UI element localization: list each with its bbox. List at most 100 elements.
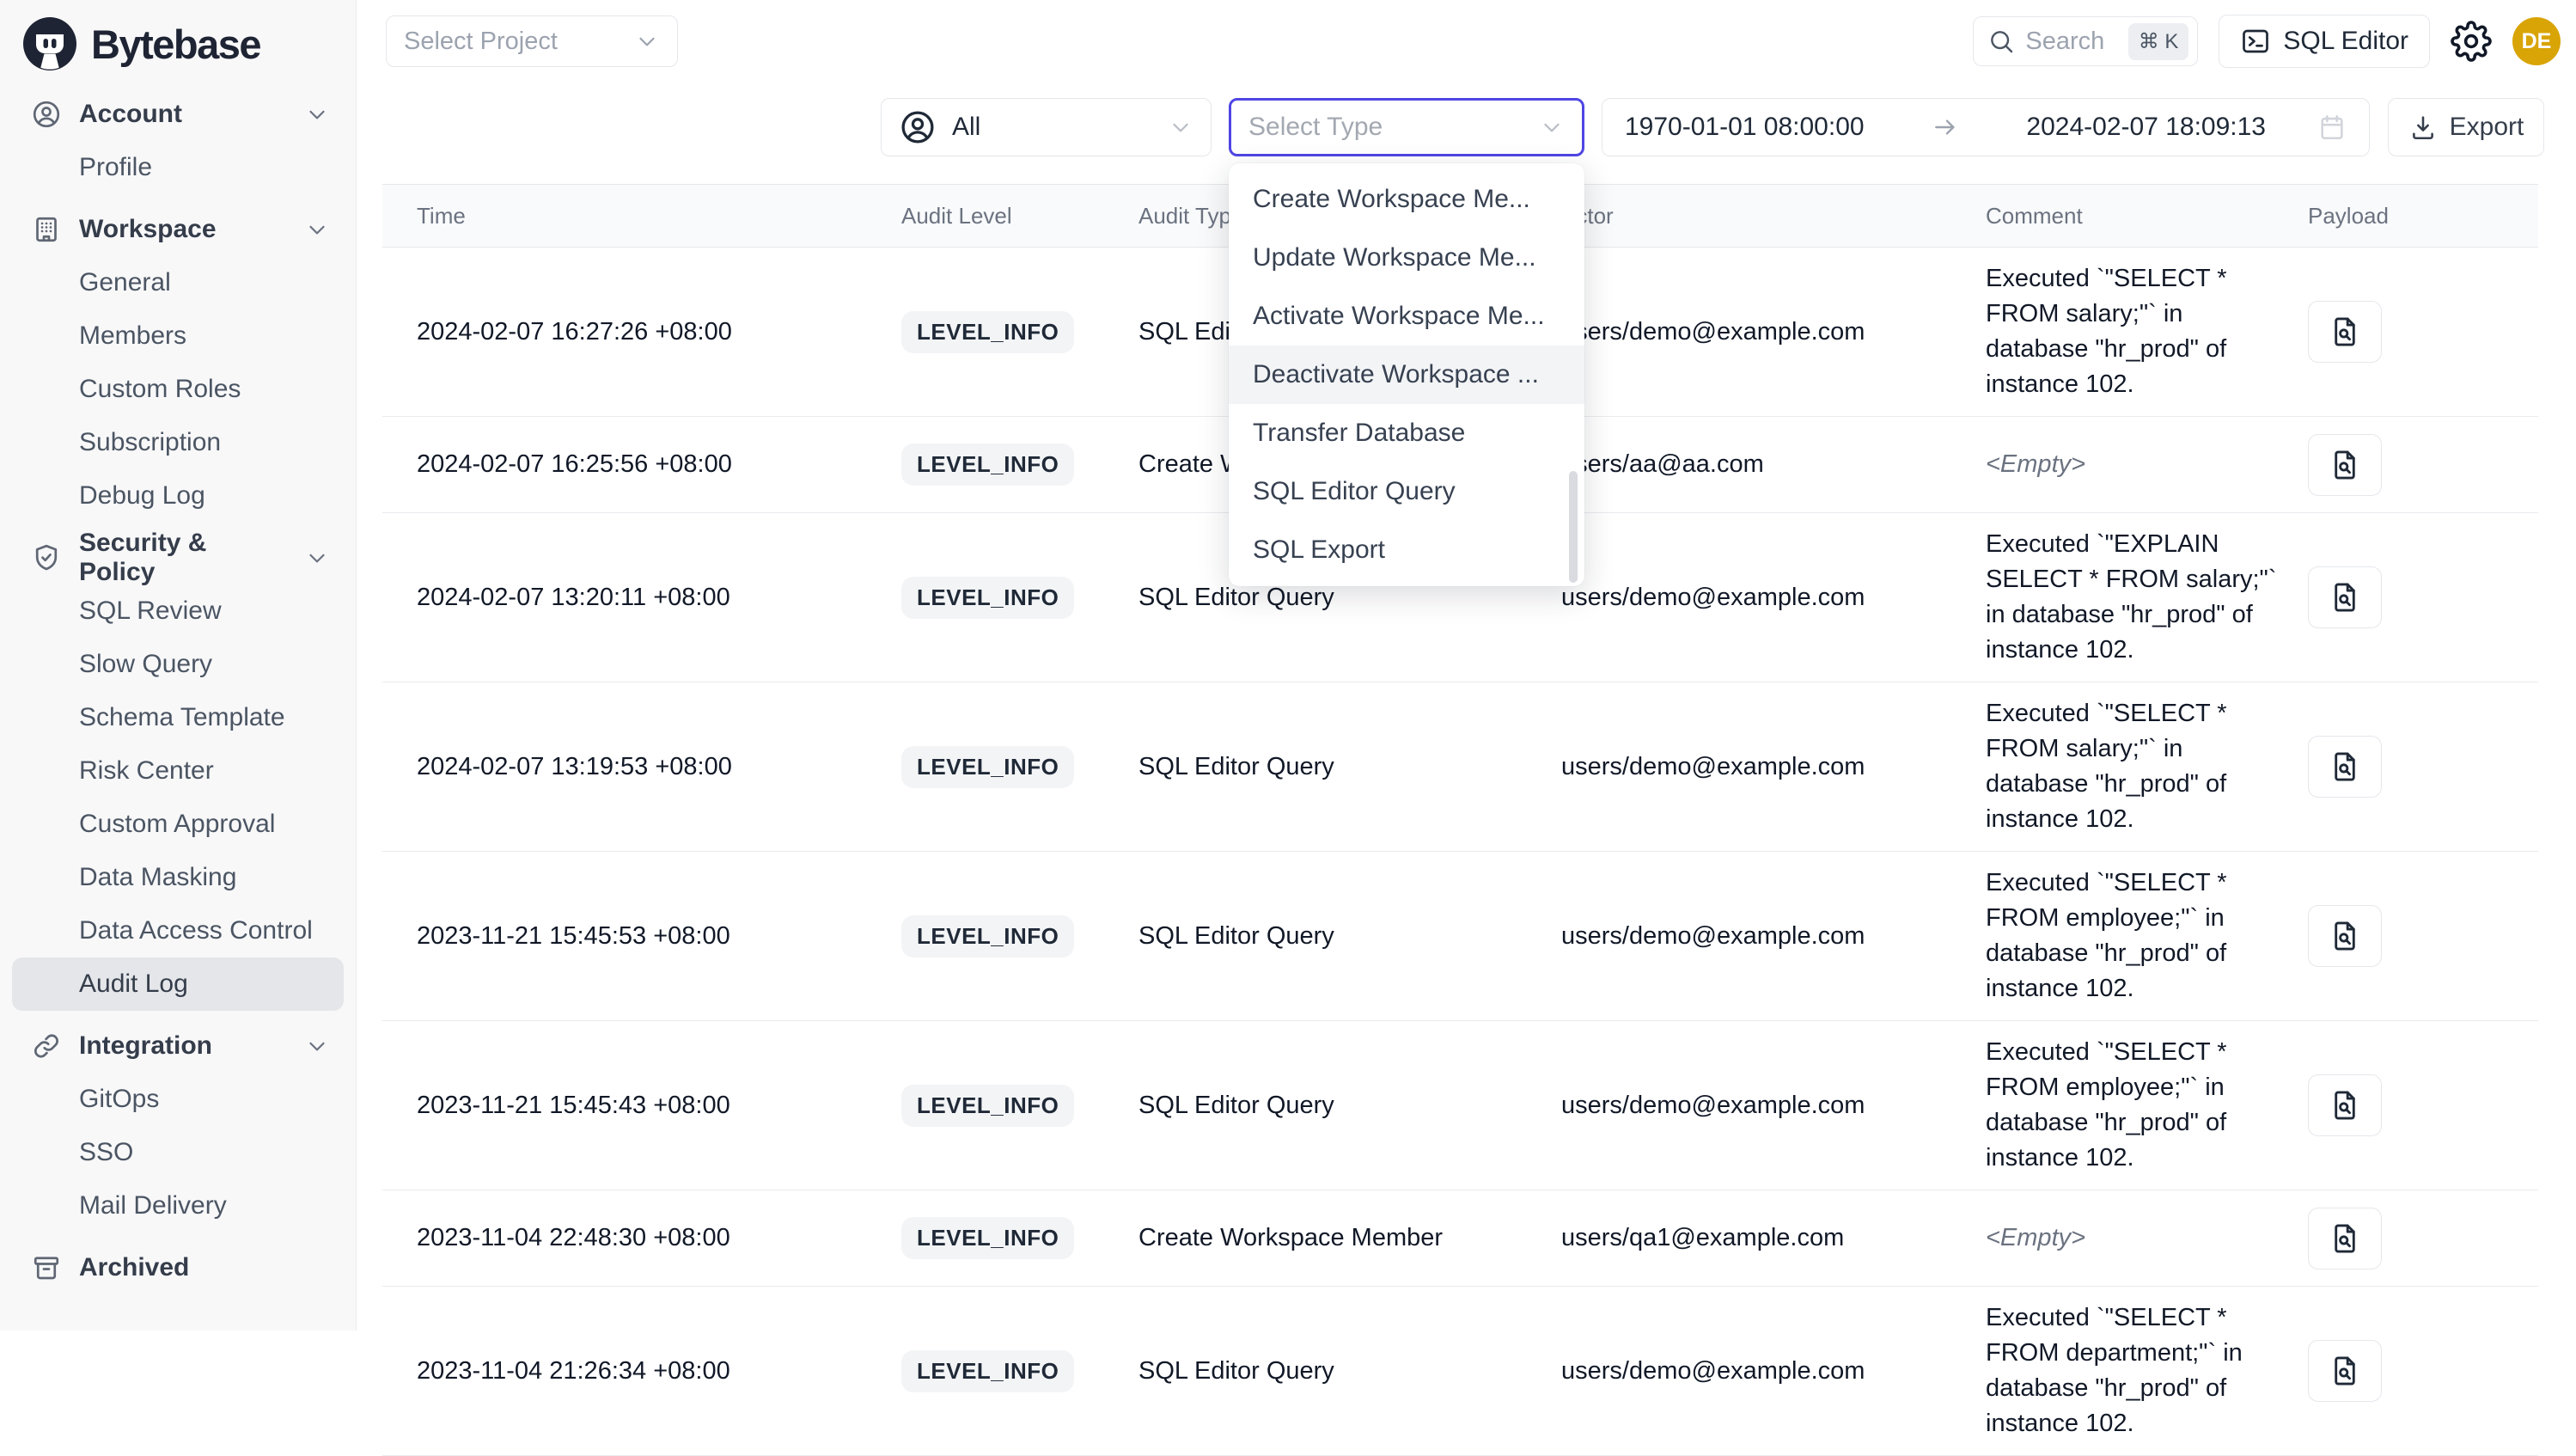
type-option-sql-export[interactable]: SQL Export <box>1229 521 1584 579</box>
cell-comment: Executed `"SELECT * FROM salary;"` in da… <box>1986 682 2308 851</box>
sidebar-item-debug-log[interactable]: Debug Log <box>12 469 344 523</box>
empty-comment-text: <Empty> <box>1986 450 2085 478</box>
actor-filter-value: All <box>952 113 1152 142</box>
payload-view-button[interactable] <box>2308 566 2382 628</box>
cell-time: 2024-02-07 16:25:56 +08:00 <box>382 450 901 479</box>
column-header-time: Time <box>382 203 901 229</box>
column-header-actor: Actor <box>1561 203 1986 229</box>
payload-view-button[interactable] <box>2308 736 2382 798</box>
brand-logo[interactable]: Bytebase <box>0 0 356 74</box>
sidebar-item-risk-center[interactable]: Risk Center <box>12 744 344 798</box>
dropdown-scrollbar-thumb[interactable] <box>1569 471 1578 583</box>
file-search-icon <box>2329 1355 2361 1387</box>
cell-comment: <Empty> <box>1986 1207 2308 1269</box>
type-option-update-workspace-me[interactable]: Update Workspace Me... <box>1229 229 1584 287</box>
user-circle-icon <box>31 99 62 130</box>
type-option-sql-editor-query[interactable]: SQL Editor Query <box>1229 462 1584 521</box>
project-select-placeholder: Select Project <box>404 28 558 56</box>
type-option-deactivate-workspace[interactable]: Deactivate Workspace ... <box>1229 346 1584 404</box>
sidebar-item-schema-template[interactable]: Schema Template <box>12 691 344 744</box>
cell-actor: users/demo@example.com <box>1561 318 1986 346</box>
cell-comment: Executed `"SELECT * FROM employee;"` in … <box>1986 1021 2308 1190</box>
cell-time: 2023-11-21 15:45:43 +08:00 <box>382 1092 901 1120</box>
sidebar-item-members[interactable]: Members <box>12 309 344 363</box>
sidebar-item-custom-approval[interactable]: Custom Approval <box>12 798 344 851</box>
audit-level-badge: LEVEL_INFO <box>901 311 1074 353</box>
filter-bar: All Select Type 1970-01-01 08:00:00 2024… <box>357 98 2576 156</box>
payload-view-button[interactable] <box>2308 1074 2382 1136</box>
export-label: Export <box>2450 113 2524 142</box>
audit-level-badge: LEVEL_INFO <box>901 1350 1074 1392</box>
sidebar-item-data-access-control[interactable]: Data Access Control <box>12 904 344 957</box>
settings-gear-button[interactable] <box>2451 21 2492 62</box>
terminal-icon <box>2240 26 2271 57</box>
cell-time: 2024-02-07 13:19:53 +08:00 <box>382 753 901 781</box>
download-icon <box>2408 113 2438 142</box>
sidebar-nav: Account Profile Workspace General Member… <box>0 74 356 1294</box>
sidebar-section-archived[interactable]: Archived <box>0 1241 356 1294</box>
payload-view-button[interactable] <box>2308 1340 2382 1402</box>
payload-view-button[interactable] <box>2308 1208 2382 1269</box>
sidebar-section-security-policy[interactable]: Security & Policy <box>0 531 356 584</box>
file-search-icon <box>2329 449 2361 481</box>
search-input[interactable]: Search ⌘ K <box>1973 16 2198 66</box>
cell-actor: users/demo@example.com <box>1561 584 1986 612</box>
cell-time: 2024-02-07 16:27:26 +08:00 <box>382 318 901 346</box>
cell-comment: Executed `"SELECT * FROM employee;"` in … <box>1986 852 2308 1020</box>
cell-time: 2023-11-04 21:26:34 +08:00 <box>382 1357 901 1386</box>
chevron-down-icon <box>634 28 660 54</box>
sidebar-item-slow-query[interactable]: Slow Query <box>12 638 344 691</box>
gear-icon <box>2451 21 2492 62</box>
payload-view-button[interactable] <box>2308 301 2382 363</box>
column-header-audit-level: Audit Level <box>901 203 1138 229</box>
chevron-down-icon <box>304 101 330 127</box>
audit-level-badge: LEVEL_INFO <box>901 444 1074 486</box>
type-option-activate-workspace-me[interactable]: Activate Workspace Me... <box>1229 287 1584 346</box>
sidebar-section-workspace[interactable]: Workspace <box>0 203 356 256</box>
type-option-transfer-database[interactable]: Transfer Database <box>1229 404 1584 462</box>
topbar-actions: Search ⌘ K SQL Editor DE <box>1973 15 2567 68</box>
sidebar-item-general[interactable]: General <box>12 256 344 309</box>
file-search-icon <box>2329 581 2361 614</box>
type-filter-placeholder: Select Type <box>1248 113 1539 142</box>
cell-actor: users/demo@example.com <box>1561 1092 1986 1120</box>
search-shortcut-badge: ⌘ K <box>2128 23 2189 60</box>
sidebar-item-gitops[interactable]: GitOps <box>12 1073 344 1126</box>
export-button[interactable]: Export <box>2388 98 2544 156</box>
cell-actor: users/aa@aa.com <box>1561 450 1986 479</box>
table-row: 2023-11-04 22:48:30 +08:00 LEVEL_INFO Cr… <box>382 1190 2538 1287</box>
type-filter-select[interactable]: Select Type <box>1229 98 1584 156</box>
sql-editor-button[interactable]: SQL Editor <box>2219 15 2430 68</box>
link-icon <box>31 1031 62 1061</box>
topbar: Select Project Search ⌘ K SQL Editor DE <box>357 0 2576 83</box>
cell-actor: users/qa1@example.com <box>1561 1224 1986 1252</box>
sidebar-item-audit-log[interactable]: Audit Log <box>12 957 344 1011</box>
cell-comment: Executed `"EXPLAIN SELECT * FROM salary;… <box>1986 513 2308 682</box>
sidebar-item-custom-roles[interactable]: Custom Roles <box>12 363 344 416</box>
payload-view-button[interactable] <box>2308 905 2382 967</box>
actor-filter-select[interactable]: All <box>881 98 1212 156</box>
sidebar-item-sso[interactable]: SSO <box>12 1126 344 1179</box>
calendar-icon <box>2317 113 2347 142</box>
cell-audit-type: SQL Editor Query <box>1138 753 1561 781</box>
sidebar-item-data-masking[interactable]: Data Masking <box>12 851 344 904</box>
type-option-create-workspace-me[interactable]: Create Workspace Me... <box>1229 170 1584 229</box>
cell-audit-type: SQL Editor Query <box>1138 584 1561 612</box>
column-header-payload: Payload <box>2308 203 2538 229</box>
date-range-picker[interactable]: 1970-01-01 08:00:00 2024-02-07 18:09:13 <box>1602 98 2370 156</box>
sidebar: Bytebase Account Profile Workspace Gener… <box>0 0 357 1331</box>
sidebar-section-integration[interactable]: Integration <box>0 1019 356 1073</box>
user-avatar[interactable]: DE <box>2512 17 2561 65</box>
project-select[interactable]: Select Project <box>386 15 678 67</box>
sidebar-item-mail-delivery[interactable]: Mail Delivery <box>12 1179 344 1233</box>
payload-view-button[interactable] <box>2308 434 2382 496</box>
cell-audit-type: SQL Editor Query <box>1138 1357 1561 1386</box>
sidebar-item-sql-review[interactable]: SQL Review <box>12 584 344 638</box>
file-search-icon <box>2329 315 2361 348</box>
sidebar-section-account[interactable]: Account <box>0 88 356 141</box>
sidebar-item-profile[interactable]: Profile <box>12 141 344 194</box>
cell-audit-type: Create Workspace Member <box>1138 1224 1561 1252</box>
cell-comment: Executed `"SELECT * FROM department;"` i… <box>1986 1287 2308 1455</box>
sidebar-item-subscription[interactable]: Subscription <box>12 416 344 469</box>
cell-comment: Executed `"SELECT * FROM salary;"` in da… <box>1986 248 2308 416</box>
